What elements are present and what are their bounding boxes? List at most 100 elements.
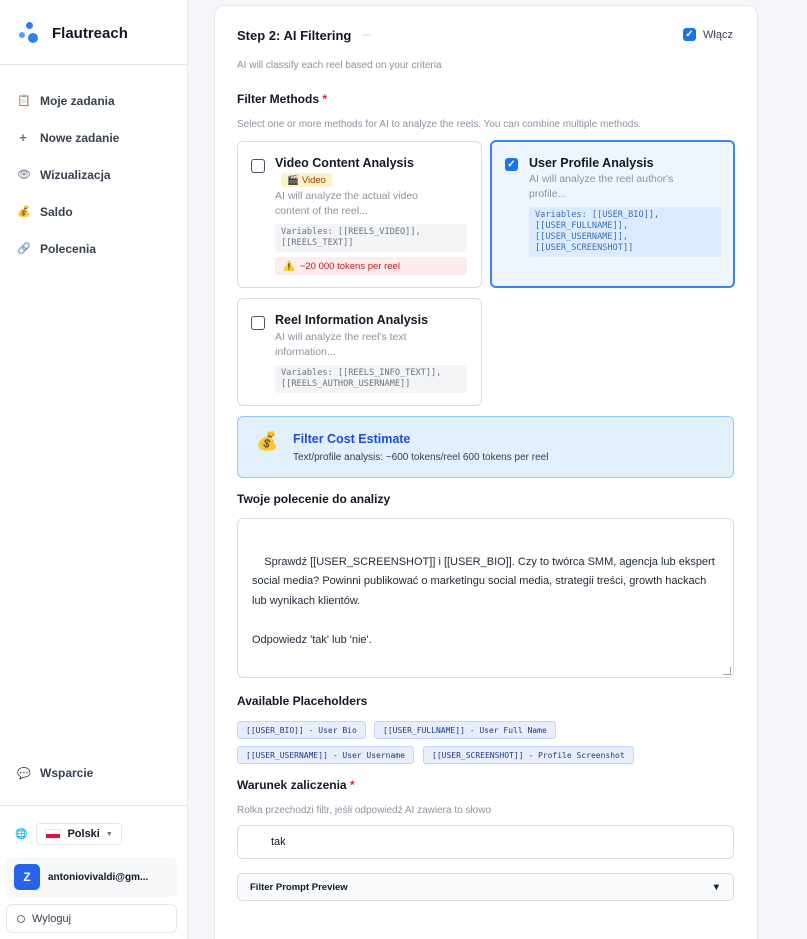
method-description-line: profile... — [529, 188, 567, 200]
placeholders-label: Available Placeholders — [237, 694, 368, 708]
money-bag-icon: 💰 — [17, 206, 31, 218]
speech-bubble-icon: 💬 — [17, 767, 31, 780]
step-title: Step 2: AI Filtering — [237, 28, 352, 43]
prompt-label: Twoje polecenie do analizy — [237, 492, 391, 506]
step-subtitle: AI will classify each reel based on your… — [237, 60, 442, 71]
sidebar-item-label: Nowe zadanie — [40, 130, 120, 145]
clipboard-icon: 📋 — [17, 95, 31, 107]
method-variables: Variables: [[USER_BIO]], [[USER_FULLNAME… — [529, 207, 721, 257]
variables-line: Variables: [[REELS_VIDEO]], — [281, 227, 421, 237]
method-reel-info-checkbox[interactable] — [251, 316, 265, 330]
condition-input-value: tak — [271, 836, 286, 848]
filter-methods-label: Filter Methods * — [237, 92, 327, 106]
sidebar-item-saldo[interactable]: 💰 Saldo — [0, 193, 187, 230]
variables-line: Variables: [[REELS_INFO_TEXT]], — [281, 368, 442, 378]
cost-estimate-panel: 💰 Filter Cost Estimate Text/profile anal… — [237, 416, 734, 478]
enable-checkbox[interactable]: ✓ — [683, 28, 696, 41]
brand-logo-icon — [18, 22, 40, 44]
method-title: Reel Information Analysis — [275, 313, 429, 327]
sidebar-divider — [0, 64, 187, 65]
condition-hint: Rolka przechodzi filtr, jeśli odpowiedź … — [237, 805, 492, 816]
globe-icon: 🌐 — [15, 828, 28, 840]
language-select[interactable]: Polski ▼ — [36, 823, 122, 845]
chevron-down-icon: ▼ — [105, 830, 113, 838]
method-variables: Variables: [[REELS_VIDEO]], [[REELS_TEXT… — [275, 224, 467, 252]
sidebar-item-polecenia[interactable]: 🔗 Polecenia — [0, 230, 187, 267]
resize-handle-icon[interactable] — [723, 667, 731, 675]
placeholder-chip[interactable]: [[USER_USERNAME]] - User Username — [237, 746, 414, 764]
language-label: Polski — [67, 828, 100, 840]
enable-label: Włącz — [703, 28, 733, 41]
plus-icon: + — [19, 130, 27, 145]
user-email: antoniovivaldi@gm... — [48, 871, 149, 883]
sidebar-bottom-divider — [0, 805, 187, 806]
sidebar-item-label: Saldo — [40, 204, 73, 219]
method-user-profile[interactable]: ✓ User Profile Analysis AI will analyze … — [490, 140, 735, 288]
language-row: 🌐 Polski ▼ — [15, 823, 122, 845]
brand-name: Flautreach — [52, 24, 128, 42]
sidebar-item-label: Wizualizacja — [40, 167, 111, 182]
support-label: Wsparcie — [40, 766, 94, 780]
sidebar-item-wsparcie[interactable]: 💬 Wsparcie — [17, 766, 93, 780]
cost-estimate-title: Filter Cost Estimate — [293, 432, 411, 446]
variables-line: [[REELS_TEXT]] — [281, 238, 354, 248]
method-description-line: AI will analyze the actual video — [275, 190, 418, 202]
variables-line: [[REELS_AUTHOR_USERNAME]] — [281, 379, 411, 389]
method-video-checkbox[interactable] — [251, 159, 265, 173]
method-reel-information[interactable]: Reel Information Analysis AI will analyz… — [237, 298, 482, 406]
method-description-line: content of the reel... — [275, 205, 368, 217]
ai-filtering-card: Step 2: AI Filtering ✓ Włącz AI will cla… — [214, 5, 758, 939]
video-badge: 🎬 Video — [281, 173, 332, 187]
sidebar-item-nowe-zadanie[interactable]: + Nowe zadanie — [0, 119, 187, 156]
required-mark: * — [322, 92, 328, 106]
logout-button[interactable]: Wyloguj — [6, 904, 177, 933]
film-icon: 🎬 — [287, 174, 299, 186]
condition-label: Warunek zaliczenia * — [237, 778, 355, 792]
method-description-line: information... — [275, 346, 336, 358]
logout-icon — [17, 914, 25, 923]
sidebar: Flautreach 📋 Moje zadania + Nowe zadanie… — [0, 0, 188, 939]
placeholder-chip[interactable]: [[USER_SCREENSHOT]] - Profile Screenshot — [423, 746, 634, 764]
step-divider — [363, 34, 371, 36]
chevron-down-icon: ▼ — [711, 881, 721, 893]
condition-label-text: Warunek zaliczenia — [237, 778, 347, 792]
logout-label: Wyloguj — [32, 912, 72, 925]
variables-line: [[USER_SCREENSHOT]] — [535, 243, 634, 253]
method-profile-checkbox[interactable]: ✓ — [505, 158, 518, 171]
sidebar-item-label: Polecenia — [40, 241, 97, 256]
poland-flag-icon — [45, 829, 62, 839]
required-mark: * — [349, 778, 355, 792]
money-bag-icon: 💰 — [256, 431, 279, 451]
token-warning-text: ~20 000 tokens per reel — [299, 260, 400, 272]
warning-icon: ⚠️ — [283, 260, 295, 272]
filter-prompt-preview-toggle[interactable]: Filter Prompt Preview ▼ — [237, 873, 734, 901]
variables-line: [[USER_USERNAME]], — [535, 232, 629, 242]
sidebar-item-label: Moje zadania — [40, 93, 115, 108]
variables-line: Variables: [[USER_BIO]], — [535, 210, 660, 220]
filter-methods-label-text: Filter Methods — [237, 92, 320, 106]
avatar: Z — [14, 864, 40, 890]
sidebar-nav: 📋 Moje zadania + Nowe zadanie 👁 Wizualiz… — [0, 82, 187, 267]
sidebar-item-moje-zadania[interactable]: 📋 Moje zadania — [0, 82, 187, 119]
enable-toggle[interactable]: ✓ Włącz — [683, 28, 733, 41]
filter-methods-hint: Select one or more methods for AI to ana… — [237, 119, 642, 130]
user-card[interactable]: Z antoniovivaldi@gm... — [6, 857, 177, 897]
placeholder-chip[interactable]: [[USER_BIO]] - User Bio — [237, 721, 366, 739]
method-title: Video Content Analysis — [275, 156, 414, 170]
link-icon: 🔗 — [17, 243, 31, 255]
condition-input[interactable]: tak — [237, 825, 734, 859]
method-title: User Profile Analysis — [529, 156, 654, 170]
video-badge-label: Video — [301, 174, 326, 186]
method-description-line: AI will analyze the reel author's — [529, 173, 674, 185]
cost-estimate-text: Text/profile analysis: ~600 tokens/reel … — [293, 452, 549, 463]
sidebar-item-wizualizacja[interactable]: 👁 Wizualizacja — [0, 156, 187, 193]
method-video-content[interactable]: Video Content Analysis 🎬 Video AI will a… — [237, 141, 482, 288]
prompt-text: Sprawdź [[USER_SCREENSHOT]] i [[USER_BIO… — [252, 555, 715, 646]
placeholder-chip[interactable]: [[USER_FULLNAME]] - User Full Name — [374, 721, 556, 739]
variables-line: [[USER_FULLNAME]], — [535, 221, 629, 231]
token-warning: ⚠️ ~20 000 tokens per reel — [275, 257, 467, 275]
eye-icon: 👁 — [17, 169, 31, 181]
method-variables: Variables: [[REELS_INFO_TEXT]], [[REELS_… — [275, 365, 467, 393]
brand[interactable]: Flautreach — [18, 22, 128, 44]
prompt-textarea[interactable]: Sprawdź [[USER_SCREENSHOT]] i [[USER_BIO… — [237, 518, 734, 678]
